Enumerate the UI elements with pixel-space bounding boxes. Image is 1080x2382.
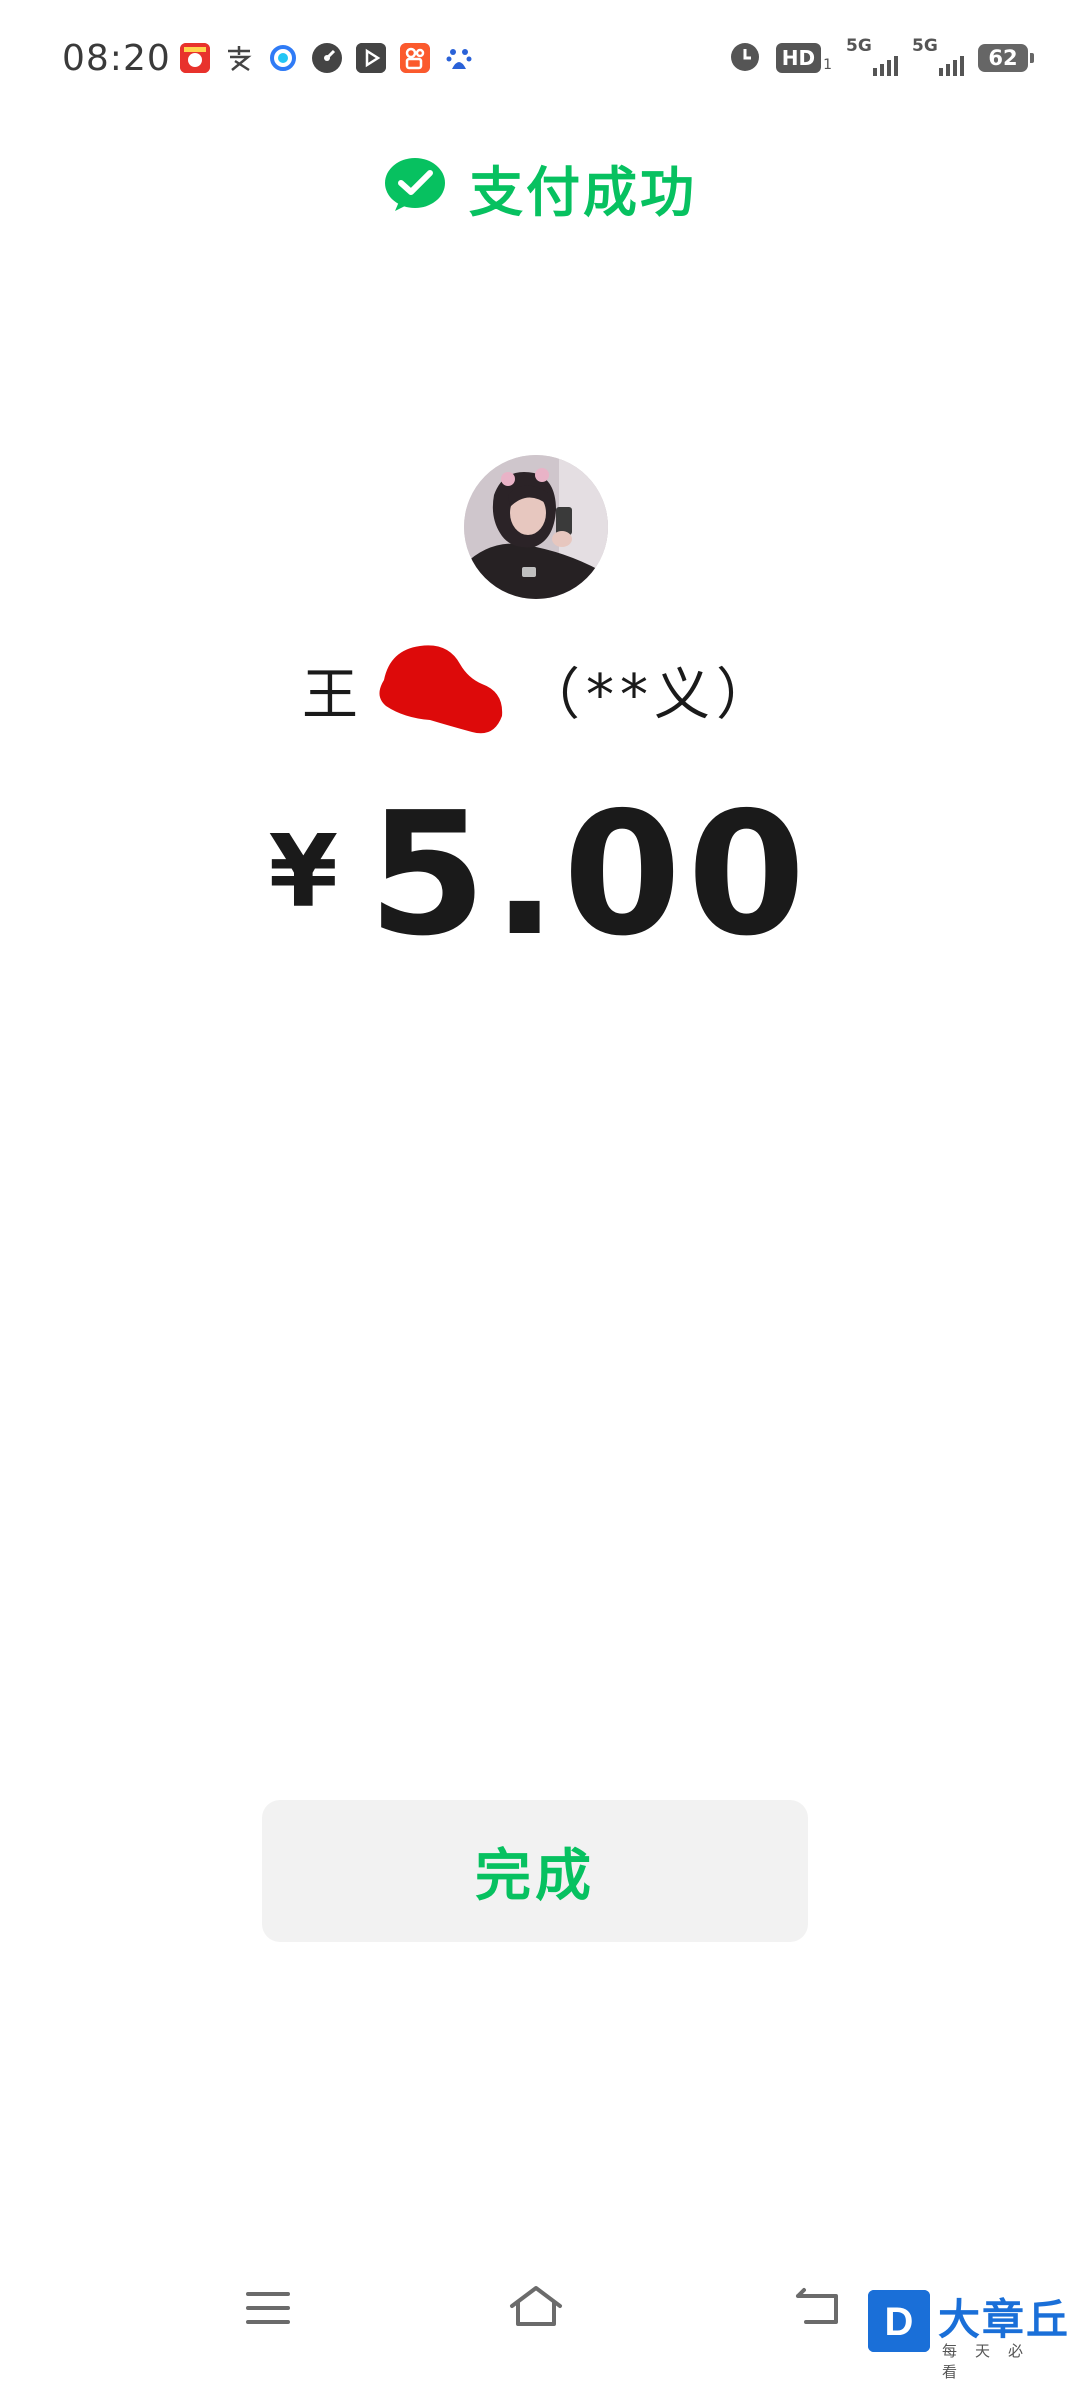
hd-icon: HD xyxy=(775,43,822,73)
currency-symbol: ¥ xyxy=(268,813,339,930)
done-button[interactable]: 完成 xyxy=(262,1800,808,1942)
alipay-icon xyxy=(224,43,254,73)
payment-success-header: 支付成功 xyxy=(0,148,1080,227)
payee-avatar xyxy=(464,455,608,599)
payee-name-masked: （**义） xyxy=(524,662,778,728)
battery-icon: 62 xyxy=(978,44,1034,72)
watermark-logo: D xyxy=(868,2290,930,2352)
speed-icon xyxy=(312,43,342,73)
home-button[interactable] xyxy=(496,2268,576,2348)
sim2-signal-icon: 5G xyxy=(912,36,964,76)
home-icon xyxy=(506,2282,566,2334)
amount-value: 5.00 xyxy=(368,776,812,974)
menu-button[interactable] xyxy=(228,2270,308,2350)
success-title: 支付成功 xyxy=(469,161,697,224)
sim1-signal-icon: 5G xyxy=(846,36,898,76)
quark-browser-icon xyxy=(268,43,298,73)
payee-name: 王 （**义） xyxy=(0,640,1080,740)
kuaishou-icon xyxy=(400,43,430,73)
watermark: D 大章丘 每天必看 xyxy=(868,2282,1072,2381)
back-button[interactable] xyxy=(778,2268,858,2348)
notification-icons xyxy=(180,38,474,78)
baidu-icon xyxy=(444,43,474,73)
sim1-network-label: 5G xyxy=(846,36,872,56)
hd-sub: 1 xyxy=(823,57,832,73)
payment-amount: ¥ 5.00 xyxy=(0,790,1080,960)
status-bar: 08:20 HD 1 5G 5G 62 xyxy=(0,0,1080,110)
menu-icon xyxy=(244,2288,292,2332)
watermark-logo-letter: D xyxy=(885,2300,914,2344)
battery-level: 62 xyxy=(988,46,1018,70)
hd-indicator: HD 1 xyxy=(775,43,832,73)
watermark-brand: 大章丘 xyxy=(938,2295,1071,2344)
payee-name-prefix: 王 xyxy=(302,662,358,728)
alarm-icon xyxy=(728,39,762,77)
sim2-network-label: 5G xyxy=(912,36,938,56)
status-time: 08:20 xyxy=(62,38,171,79)
redaction-mark xyxy=(364,640,514,740)
system-icons: HD 1 5G 5G 62 xyxy=(728,36,1034,78)
back-icon xyxy=(790,2282,846,2334)
wechat-pay-check-icon xyxy=(383,157,447,219)
video-icon xyxy=(356,43,386,73)
app-red-badge-icon xyxy=(180,43,210,73)
